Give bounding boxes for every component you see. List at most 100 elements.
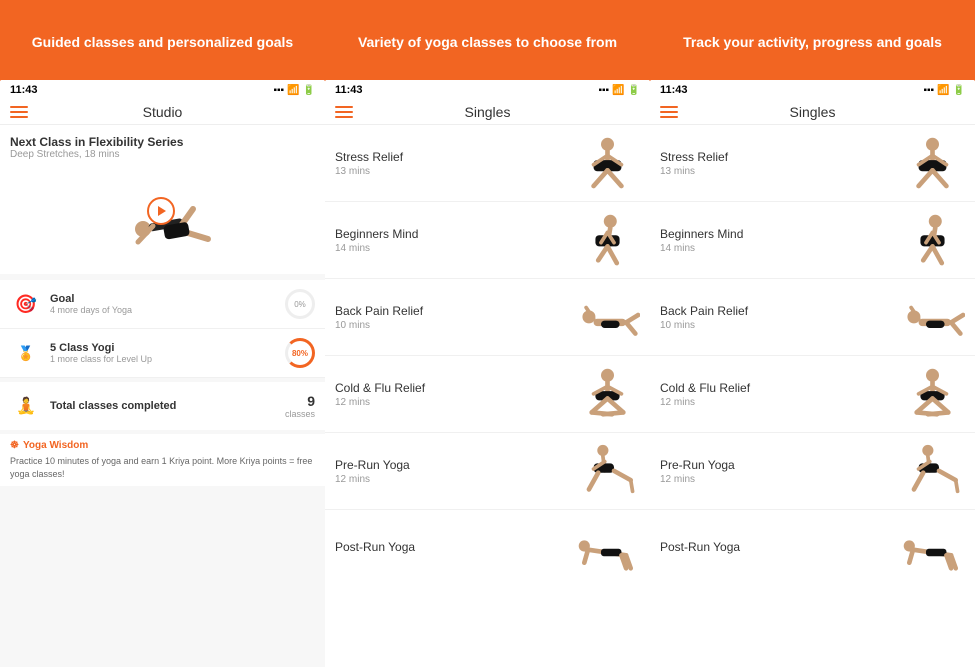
pose-svg — [575, 443, 640, 499]
class-name: Pre-Run Yoga — [335, 458, 575, 472]
class-item[interactable]: Beginners Mind 14 mins — [325, 202, 650, 279]
signal-icon: ▪▪▪ — [273, 85, 284, 96]
class-name: Cold & Flu Relief — [335, 381, 575, 395]
phone-frame-3: 11:43 ▪▪▪ 📶 🔋 Singles Stress Relief 13 m… — [650, 80, 975, 667]
class-info: Pre-Run Yoga 12 mins — [660, 458, 900, 485]
class-duration: 14 mins — [660, 243, 900, 254]
battery-icon-2: 🔋 — [628, 85, 640, 96]
nav-title-1: Studio — [28, 104, 297, 120]
signal-icon-2: ▪▪▪ — [598, 85, 609, 96]
classes-list-2: Stress Relief 13 mins — [325, 125, 650, 667]
next-class-subtitle: Deep Stretches, 18 mins — [10, 149, 315, 160]
total-value: 9 — [285, 393, 315, 409]
col2-header: Variety of yoga classes to choose from — [342, 0, 633, 80]
class-duration: 12 mins — [335, 397, 575, 408]
class-item[interactable]: Post-Run Yoga — [325, 510, 650, 586]
yogi-label: 5 Class Yogi — [50, 342, 285, 354]
class-info: Post-Run Yoga — [660, 540, 900, 556]
studio-content: Next Class in Flexibility Series Deep St… — [0, 125, 325, 667]
menu-icon-3[interactable] — [660, 106, 678, 118]
class-image — [900, 364, 965, 424]
class-item[interactable]: Back Pain Relief 10 mins — [650, 279, 975, 356]
class-name: Stress Relief — [335, 150, 575, 164]
pose-svg — [900, 135, 965, 191]
signal-icon-3: ▪▪▪ — [923, 85, 934, 96]
yogi-icon: 🏅 — [10, 337, 42, 369]
wisdom-text: Practice 10 minutes of yoga and earn 1 K… — [10, 455, 315, 480]
class-name: Stress Relief — [660, 150, 900, 164]
class-duration: 12 mins — [660, 397, 900, 408]
yogi-sub: 1 more class for Level Up — [50, 354, 285, 364]
time-display-3: 11:43 — [660, 84, 688, 96]
next-class-title: Next Class in Flexibility Series — [10, 135, 315, 149]
class-item[interactable]: Cold & Flu Relief 12 mins — [325, 356, 650, 433]
class-image — [575, 518, 640, 578]
yogi-progress: 80% — [285, 338, 315, 368]
status-icons-2: ▪▪▪ 📶 🔋 — [598, 85, 640, 96]
pose-svg — [575, 366, 640, 422]
total-icon: 🧘 — [10, 390, 42, 422]
nav-title-3: Singles — [678, 104, 947, 120]
wifi-icon: 📶 — [287, 85, 299, 96]
goal-sub: 4 more days of Yoga — [50, 305, 285, 315]
class-info: Cold & Flu Relief 12 mins — [335, 381, 575, 408]
total-value-area: 9 classes — [285, 393, 315, 419]
class-item[interactable]: Stress Relief 13 mins — [325, 125, 650, 202]
class-image — [575, 441, 640, 501]
column-3: Track your activity, progress and goals … — [650, 0, 975, 667]
phone-frame-2: 11:43 ▪▪▪ 📶 🔋 Singles Stress Relief 13 m… — [325, 80, 650, 667]
stats-section: 🎯 Goal 4 more days of Yoga 0% 🏅 5 Class … — [0, 280, 325, 378]
class-item[interactable]: Post-Run Yoga — [650, 510, 975, 586]
battery-icon-3: 🔋 — [953, 85, 965, 96]
class-item[interactable]: Back Pain Relief 10 mins — [325, 279, 650, 356]
pose-svg — [900, 520, 965, 576]
pose-svg — [900, 212, 965, 268]
total-unit: classes — [285, 409, 315, 419]
class-duration: 10 mins — [335, 320, 575, 331]
class-duration: 13 mins — [335, 166, 575, 177]
class-image — [575, 210, 640, 270]
goal-row: 🎯 Goal 4 more days of Yoga 0% — [0, 280, 325, 329]
nav-bar-2: Singles — [325, 100, 650, 125]
menu-icon-2[interactable] — [335, 106, 353, 118]
yoga-pose-area[interactable] — [10, 164, 315, 274]
battery-icon: 🔋 — [303, 85, 315, 96]
goal-progress: 0% — [285, 289, 315, 319]
class-duration: 14 mins — [335, 243, 575, 254]
next-class-section: Next Class in Flexibility Series Deep St… — [0, 125, 325, 274]
time-display-1: 11:43 — [10, 84, 38, 96]
total-label: Total classes completed — [50, 400, 285, 412]
goal-text: Goal 4 more days of Yoga — [50, 293, 285, 315]
class-image — [900, 518, 965, 578]
pose-svg — [900, 366, 965, 422]
class-name: Beginners Mind — [335, 227, 575, 241]
class-item[interactable]: Cold & Flu Relief 12 mins — [650, 356, 975, 433]
class-info: Post-Run Yoga — [335, 540, 575, 556]
classes-list-3: Stress Relief 13 mins — [650, 125, 975, 667]
menu-icon-1[interactable] — [10, 106, 28, 118]
phone-frame-1: 11:43 ▪▪▪ 📶 🔋 Studio Next Class in Flexi… — [0, 80, 325, 667]
class-name: Post-Run Yoga — [660, 540, 900, 554]
yoga-wisdom-section: ☸ Yoga Wisdom Practice 10 minutes of yog… — [0, 434, 325, 486]
wifi-icon-2: 📶 — [612, 85, 624, 96]
status-bar-3: 11:43 ▪▪▪ 📶 🔋 — [650, 80, 975, 100]
status-icons-1: ▪▪▪ 📶 🔋 — [273, 85, 315, 96]
class-info: Back Pain Relief 10 mins — [660, 304, 900, 331]
class-item[interactable]: Pre-Run Yoga 12 mins — [325, 433, 650, 510]
wifi-icon-3: 📶 — [937, 85, 949, 96]
col1-header: Guided classes and personalized goals — [16, 0, 309, 80]
class-image — [900, 133, 965, 193]
class-name: Pre-Run Yoga — [660, 458, 900, 472]
class-item[interactable]: Pre-Run Yoga 12 mins — [650, 433, 975, 510]
class-info: Beginners Mind 14 mins — [335, 227, 575, 254]
nav-bar-1: Studio — [0, 100, 325, 125]
pose-svg — [575, 289, 640, 345]
class-duration: 12 mins — [335, 474, 575, 485]
class-item[interactable]: Beginners Mind 14 mins — [650, 202, 975, 279]
class-image — [575, 364, 640, 424]
class-item[interactable]: Stress Relief 13 mins — [650, 125, 975, 202]
class-image — [900, 210, 965, 270]
class-name: Back Pain Relief — [335, 304, 575, 318]
class-name: Beginners Mind — [660, 227, 900, 241]
column-2: Variety of yoga classes to choose from 1… — [325, 0, 650, 667]
